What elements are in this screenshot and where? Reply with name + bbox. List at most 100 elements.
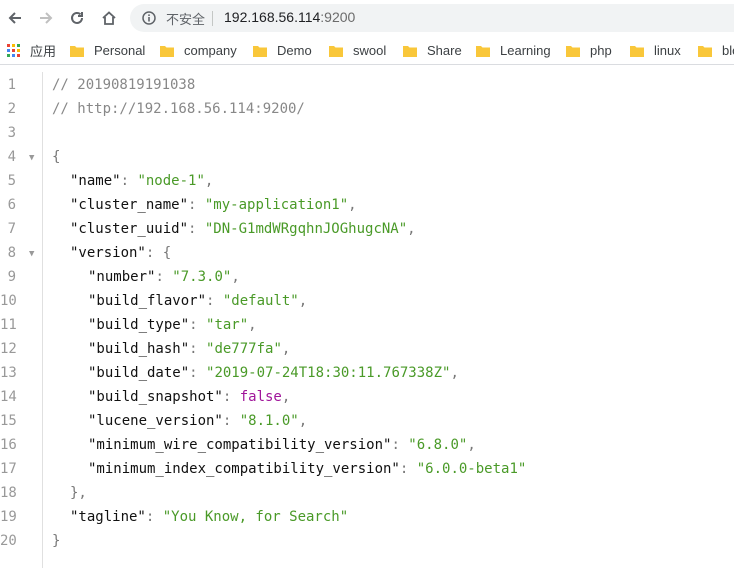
json-value: "You Know, for Search"	[162, 509, 349, 525]
bookmark-swool[interactable]: swool	[329, 37, 386, 64]
forward-button[interactable]	[33, 5, 59, 31]
json-entry-cluster-name: "cluster_name": "my-application1",	[70, 197, 357, 213]
json-key: "minimum_wire_compatibility_version"	[88, 437, 392, 453]
json-entry-build-type: "build_type": "tar",	[88, 317, 257, 333]
json-entry-number: "number": "7.3.0",	[88, 269, 240, 285]
json-entry-min-wire-version: "minimum_wire_compatibility_version": "6…	[88, 437, 476, 453]
bookmark-label: linux	[654, 43, 681, 58]
json-value: "node-1"	[137, 173, 205, 189]
json-key: "tagline"	[70, 509, 146, 525]
json-key: "name"	[70, 173, 121, 189]
bookmark-blog[interactable]: blo	[698, 37, 734, 64]
json-key: "cluster_uuid"	[70, 221, 189, 237]
json-entry-build-date: "build_date": "2019-07-24T18:30:11.76733…	[88, 365, 459, 381]
bookmark-label: Learning	[500, 43, 551, 58]
back-button[interactable]	[2, 5, 28, 31]
folder-icon	[698, 45, 712, 57]
json-value: "8.1.0"	[239, 413, 299, 429]
bookmark-demo[interactable]: Demo	[253, 37, 312, 64]
json-value: "de777fa"	[206, 341, 282, 357]
folder-icon	[630, 45, 644, 57]
line-number: 13	[0, 365, 17, 381]
comment-url: // http://192.168.56.114:9200/	[52, 101, 305, 117]
line-number: 6	[7, 197, 16, 213]
bookmark-label: Share	[427, 43, 462, 58]
home-icon	[102, 11, 116, 25]
bookmark-label: php	[590, 43, 612, 58]
json-entry-build-snapshot: "build_snapshot": false,	[88, 389, 291, 405]
bookmark-personal[interactable]: Personal	[70, 37, 145, 64]
json-key: "minimum_index_compatibility_version"	[88, 461, 400, 477]
url-text: 192.168.56.114:9200	[224, 9, 355, 25]
bookmark-share[interactable]: Share	[403, 37, 462, 64]
line-number: 14	[0, 389, 17, 405]
json-key: "cluster_name"	[70, 197, 189, 213]
json-value: "default"	[222, 293, 299, 309]
line-number: 1	[7, 77, 16, 93]
url-host: 192.168.56.114	[224, 9, 321, 25]
bookmark-linux[interactable]: linux	[630, 37, 681, 64]
json-entry-min-index-version: "minimum_index_compatibility_version": "…	[88, 461, 527, 477]
bookmark-label: Demo	[277, 43, 312, 58]
json-value: "2019-07-24T18:30:11.767338Z"	[206, 365, 451, 381]
json-value: "my-application1"	[204, 197, 349, 213]
json-key: "build_flavor"	[88, 293, 207, 309]
json-value: "tar"	[206, 317, 249, 333]
json-entry-build-flavor: "build_flavor": "default",	[88, 293, 308, 309]
folder-icon	[566, 45, 580, 57]
line-number: 8	[7, 245, 16, 261]
folder-icon	[253, 45, 267, 57]
fold-toggle-icon[interactable]: ▼	[29, 249, 34, 259]
line-number: 7	[7, 221, 16, 237]
line-number: 15	[0, 413, 17, 429]
bookmark-label: swool	[353, 43, 387, 58]
json-entry-tagline: "tagline": "You Know, for Search"	[70, 509, 349, 525]
json-key: "build_snapshot"	[88, 389, 223, 405]
json-key: "build_type"	[88, 317, 190, 333]
line-number: 9	[7, 269, 16, 285]
folder-icon	[160, 45, 174, 57]
info-icon[interactable]	[142, 11, 156, 30]
json-key: "version"	[70, 245, 146, 261]
json-value: "7.3.0"	[172, 269, 232, 285]
line-number: 10	[0, 293, 17, 309]
json-value: "DN-G1mdWRgqhnJOGhugcNA"	[204, 221, 408, 237]
reload-icon	[71, 11, 83, 24]
json-value: "6.0.0-beta1"	[416, 461, 527, 477]
bookmark-label: Personal	[94, 43, 146, 58]
bookmark-label: 应用	[30, 44, 57, 59]
reload-button[interactable]	[64, 5, 90, 31]
json-entry-version: "version": {	[70, 245, 172, 261]
open-brace: {	[52, 149, 61, 165]
home-button[interactable]	[96, 5, 122, 31]
bookmark-apps[interactable]: 应用	[7, 37, 56, 64]
line-number: 2	[7, 101, 16, 117]
line-number: 16	[0, 437, 17, 453]
folder-icon	[403, 45, 417, 57]
apps-grid-icon	[7, 44, 20, 57]
json-value: false	[239, 389, 282, 405]
json-entry-build-hash: "build_hash": "de777fa",	[88, 341, 291, 357]
json-key: "build_date"	[88, 365, 190, 381]
back-arrow-icon	[8, 12, 21, 24]
address-bar[interactable]: 不安全 192.168.56.114:9200	[130, 4, 734, 32]
comment-timestamp: // 20190819191038	[52, 77, 196, 93]
line-number: 19	[0, 509, 17, 525]
fold-toggle-icon[interactable]: ▼	[29, 153, 34, 163]
bookmark-company[interactable]: company	[160, 37, 237, 64]
forward-arrow-icon	[40, 12, 53, 24]
bookmark-label: blo	[722, 43, 734, 58]
version-close-brace: },	[70, 485, 87, 501]
bookmark-label: company	[184, 43, 237, 58]
json-key: "lucene_version"	[88, 413, 223, 429]
bookmark-learning[interactable]: Learning	[476, 37, 551, 64]
json-value: "6.8.0"	[408, 437, 468, 453]
bookmarks-bar: 应用 Personal company Demo swool Share Lea…	[0, 37, 734, 65]
browser-toolbar: 不安全 192.168.56.114:9200	[0, 0, 734, 37]
line-number: 18	[0, 485, 17, 501]
json-key: "number"	[88, 269, 156, 285]
line-number: 20	[0, 533, 17, 549]
folder-icon	[70, 45, 84, 57]
bookmark-php[interactable]: php	[566, 37, 612, 64]
json-key: "build_hash"	[88, 341, 190, 357]
